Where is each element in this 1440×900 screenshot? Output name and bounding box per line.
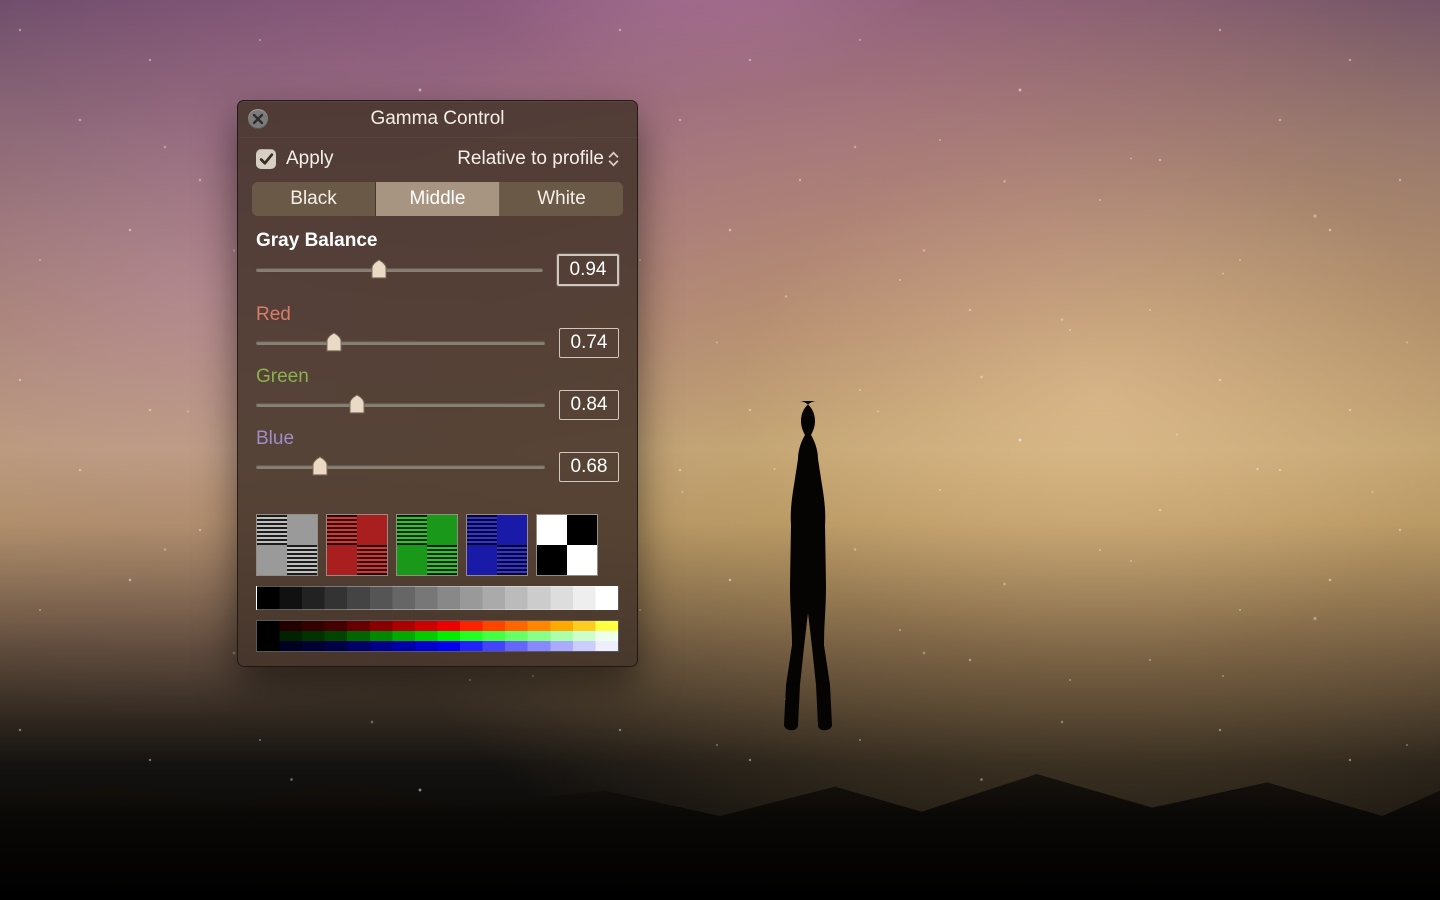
swatch-gray[interactable] <box>256 514 318 576</box>
swatch-red[interactable] <box>326 514 388 576</box>
calibration-swatches <box>238 514 637 576</box>
close-icon <box>252 113 264 125</box>
slider-gray-label: Gray Balance <box>256 230 619 252</box>
slider-gray-track[interactable] <box>256 268 543 272</box>
mode-popup[interactable]: Relative to profile <box>457 148 619 170</box>
slider-blue-label: Blue <box>256 428 619 450</box>
slider-red-thumb[interactable] <box>324 331 344 353</box>
slider-blue-track[interactable] <box>256 465 545 469</box>
slider-green-track[interactable] <box>256 403 545 407</box>
input-blue-value[interactable] <box>559 452 619 482</box>
apply-label: Apply <box>286 148 334 170</box>
mode-label: Relative to profile <box>457 148 604 170</box>
gradient-rgb-steps <box>256 620 619 652</box>
slider-red: Red <box>256 304 619 358</box>
swatch-bw[interactable] <box>536 514 598 576</box>
slider-blue-thumb[interactable] <box>310 455 330 477</box>
slider-green-thumb[interactable] <box>347 393 367 415</box>
input-red-value[interactable] <box>559 328 619 358</box>
slider-red-track[interactable] <box>256 341 545 345</box>
apply-checkbox[interactable]: Apply <box>256 148 334 170</box>
input-gray-value-field[interactable] <box>559 258 617 282</box>
slider-green-label: Green <box>256 366 619 388</box>
background-sky <box>0 0 1440 900</box>
stepper-icon <box>608 151 619 167</box>
window-title: Gamma Control <box>370 108 504 130</box>
tab-white[interactable]: White <box>500 182 623 216</box>
input-red-value-field[interactable] <box>560 331 618 355</box>
input-green-value-field[interactable] <box>560 393 618 417</box>
tab-middle[interactable]: Middle <box>376 182 500 216</box>
titlebar[interactable]: Gamma Control <box>238 101 637 138</box>
slider-gray-balance: Gray Balance <box>256 230 619 286</box>
slider-red-label: Red <box>256 304 619 326</box>
gradient-gray-steps <box>256 586 619 610</box>
slider-blue: Blue <box>256 428 619 482</box>
input-blue-value-field[interactable] <box>560 455 618 479</box>
tabs: Black Middle White <box>252 182 623 216</box>
swatch-blue[interactable] <box>466 514 528 576</box>
gamma-control-panel: Gamma Control Apply Relative to profile … <box>237 100 638 667</box>
close-button[interactable] <box>248 109 268 129</box>
slider-green: Green <box>256 366 619 420</box>
tab-black[interactable]: Black <box>252 182 376 216</box>
swatch-green[interactable] <box>396 514 458 576</box>
slider-gray-thumb[interactable] <box>369 258 389 280</box>
input-green-value[interactable] <box>559 390 619 420</box>
input-gray-value[interactable] <box>557 254 619 286</box>
checkbox-icon <box>256 149 276 169</box>
